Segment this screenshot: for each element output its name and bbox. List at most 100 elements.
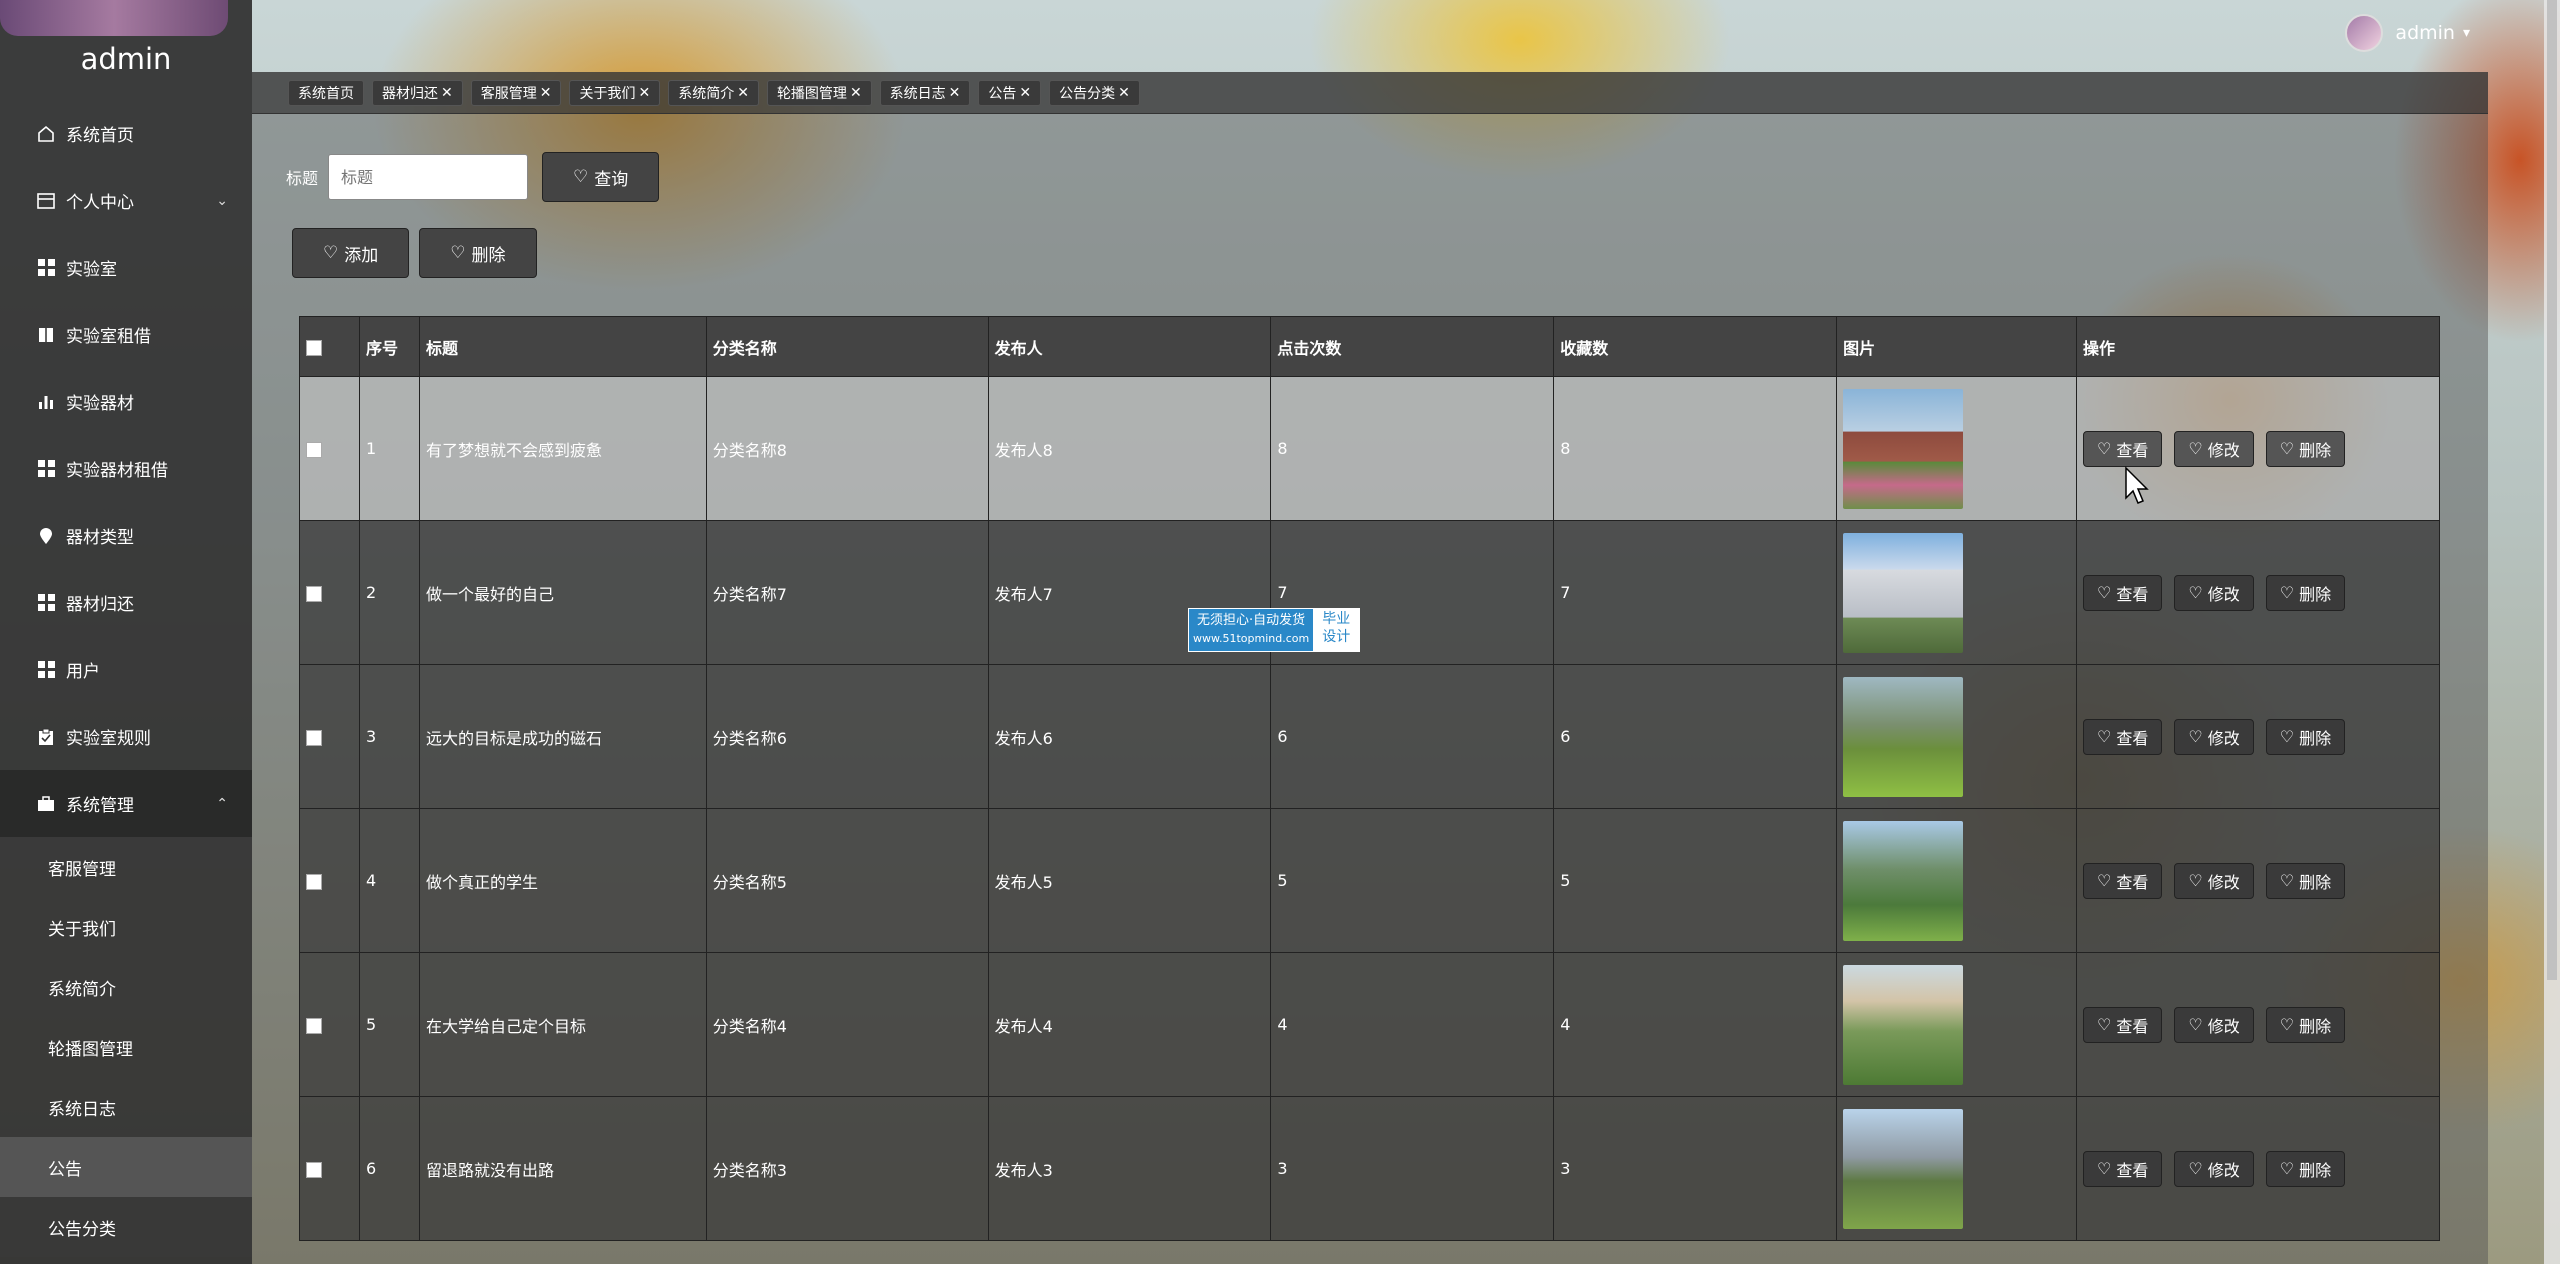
- grid-icon: [36, 459, 56, 479]
- user-menu[interactable]: admin ▾: [2345, 14, 2470, 52]
- sidebar-item-users[interactable]: 用户: [0, 636, 252, 703]
- column-header: 收藏数: [1553, 316, 1838, 377]
- watermark-left: 无须担心·自动发货 www.51topmind.com: [1189, 609, 1314, 651]
- heart-icon: ♡: [2097, 583, 2112, 602]
- delete-button[interactable]: ♡ 删除: [2265, 1006, 2346, 1043]
- edit-button[interactable]: ♡ 修改: [2174, 862, 2254, 899]
- tab-system-log[interactable]: 系统日志 ✕: [879, 79, 971, 106]
- view-button[interactable]: ♡ 查看: [2083, 430, 2163, 467]
- tab-carousel[interactable]: 轮播图管理 ✕: [766, 79, 872, 106]
- scrollbar[interactable]: [2544, 0, 2560, 1264]
- id-card-icon: [36, 191, 56, 211]
- close-icon[interactable]: ✕: [949, 85, 961, 101]
- select-all-checkbox[interactable]: [306, 339, 322, 356]
- row-checkbox[interactable]: [306, 873, 322, 890]
- sidebar-subitem-carousel[interactable]: 轮播图管理: [0, 1017, 252, 1077]
- watermark-right: 毕业 设计: [1313, 609, 1360, 651]
- sidebar-subitem-notice[interactable]: 公告: [0, 1137, 252, 1197]
- app-title: admin: [80, 42, 172, 76]
- table-header-row: 序号 标题 分类名称 发布人 点击次数 收藏数 图片 操作: [299, 316, 2440, 377]
- search-button[interactable]: ♡ 查询: [542, 152, 660, 202]
- row-checkbox[interactable]: [306, 1017, 322, 1034]
- heart-icon: ♡: [2097, 871, 2112, 890]
- tab-about-us[interactable]: 关于我们 ✕: [569, 79, 661, 106]
- table-row: 3 远大的目标是成功的磁石 分类名称6 发布人6 6 6 ♡ 查看 ♡ 修改 ♡ 删除: [299, 664, 2440, 809]
- close-icon[interactable]: ✕: [441, 85, 453, 101]
- sidebar-item-system-management[interactable]: 系统管理 ⌃: [0, 770, 252, 837]
- tab-home[interactable]: 系统首页: [288, 79, 364, 106]
- close-icon[interactable]: ✕: [1019, 85, 1031, 101]
- cell-no: 6: [358, 1096, 420, 1241]
- grid-icon: [36, 660, 56, 680]
- view-button[interactable]: ♡ 查看: [2083, 574, 2163, 611]
- cell-clicks: 3: [1270, 1096, 1555, 1241]
- row-checkbox[interactable]: [306, 441, 322, 458]
- sidebar-item-equipment-type[interactable]: 器材类型: [0, 502, 252, 569]
- home-icon: [36, 124, 56, 144]
- column-header: 发布人: [987, 316, 1272, 377]
- tab-customer-service[interactable]: 客服管理 ✕: [470, 79, 562, 106]
- delete-button[interactable]: ♡ 删除: [2265, 1150, 2346, 1187]
- campus-thumbnail-image: [1843, 1108, 1964, 1229]
- close-icon[interactable]: ✕: [850, 85, 862, 101]
- campus-thumbnail-image: [1843, 532, 1964, 653]
- sidebar-subitem-notice-category[interactable]: 公告分类: [0, 1197, 252, 1257]
- view-button[interactable]: ♡ 查看: [2083, 718, 2163, 755]
- view-button[interactable]: ♡ 查看: [2083, 1150, 2163, 1187]
- sidebar-subitem-about-us[interactable]: 关于我们: [0, 897, 252, 957]
- search-label: 标题: [286, 169, 319, 188]
- sidebar-subitem-customer-service[interactable]: 客服管理: [0, 837, 252, 897]
- heart-icon: ♡: [2279, 1159, 2295, 1178]
- tab-label: 公告分类: [1059, 85, 1116, 102]
- cell-operations: ♡ 查看 ♡ 修改 ♡ 删除: [2076, 664, 2440, 809]
- sidebar-item-equipment-return[interactable]: 器材归还: [0, 569, 252, 636]
- delete-button[interactable]: ♡ 删除: [2265, 574, 2346, 611]
- sidebar-subitem-system-intro[interactable]: 系统简介: [0, 957, 252, 1017]
- cell-category: 分类名称7: [705, 520, 989, 665]
- edit-button[interactable]: ♡ 修改: [2174, 430, 2254, 467]
- sidebar-item-lab-rules[interactable]: 实验室规则: [0, 703, 252, 770]
- watermark-text: 毕业: [1322, 611, 1351, 627]
- scrollbar-thumb[interactable]: [2547, 0, 2557, 980]
- cell-publisher: 发布人8: [987, 376, 1272, 521]
- delete-button[interactable]: ♡ 删除: [2265, 862, 2346, 899]
- delete-button[interactable]: ♡ 删除: [2265, 430, 2346, 467]
- cell-category: 分类名称3: [705, 1096, 989, 1241]
- heart-icon: ♡: [2279, 871, 2295, 890]
- column-header: 分类名称: [705, 316, 989, 377]
- row-checkbox[interactable]: [306, 585, 322, 602]
- sidebar-item-equipment-rental[interactable]: 实验器材租借: [0, 435, 252, 502]
- sidebar-subitem-system-log[interactable]: 系统日志: [0, 1077, 252, 1137]
- edit-button[interactable]: ♡ 修改: [2174, 574, 2254, 611]
- close-icon[interactable]: ✕: [540, 85, 552, 101]
- tab-notice[interactable]: 公告 ✕: [978, 79, 1042, 106]
- tab-equipment-return[interactable]: 器材归还 ✕: [372, 79, 463, 106]
- map-pin-icon: [36, 526, 56, 546]
- cell-favorites: 7: [1553, 520, 1838, 665]
- close-icon[interactable]: ✕: [1118, 85, 1130, 101]
- view-button[interactable]: ♡ 查看: [2083, 862, 2163, 899]
- sidebar-item-home[interactable]: 系统首页: [0, 100, 252, 167]
- edit-button[interactable]: ♡ 修改: [2174, 718, 2254, 755]
- tab-notice-category[interactable]: 公告分类 ✕: [1049, 79, 1140, 106]
- sidebar-item-label: 实验室租借: [66, 327, 151, 347]
- row-checkbox[interactable]: [306, 1161, 322, 1178]
- sidebar-item-personal-center[interactable]: 个人中心 ⌄: [0, 167, 252, 234]
- tab-label: 系统首页: [298, 85, 354, 102]
- add-button[interactable]: ♡ 添加: [292, 228, 410, 278]
- search-input[interactable]: [328, 154, 529, 200]
- delete-button[interactable]: ♡ 删除: [2265, 718, 2346, 755]
- column-header: 序号: [358, 316, 420, 377]
- heart-icon: ♡: [2097, 1015, 2112, 1034]
- edit-button[interactable]: ♡ 修改: [2174, 1006, 2254, 1043]
- batch-delete-button[interactable]: ♡ 删除: [419, 228, 537, 278]
- edit-button[interactable]: ♡ 修改: [2174, 1150, 2254, 1187]
- sidebar-item-equipment[interactable]: 实验器材: [0, 368, 252, 435]
- tab-system-intro[interactable]: 系统简介 ✕: [668, 79, 759, 106]
- close-icon[interactable]: ✕: [737, 85, 749, 101]
- sidebar-item-lab[interactable]: 实验室: [0, 234, 252, 301]
- view-button[interactable]: ♡ 查看: [2083, 1006, 2163, 1043]
- row-checkbox[interactable]: [306, 729, 322, 746]
- sidebar-item-lab-rental[interactable]: 实验室租借: [0, 301, 252, 368]
- close-icon[interactable]: ✕: [638, 85, 650, 101]
